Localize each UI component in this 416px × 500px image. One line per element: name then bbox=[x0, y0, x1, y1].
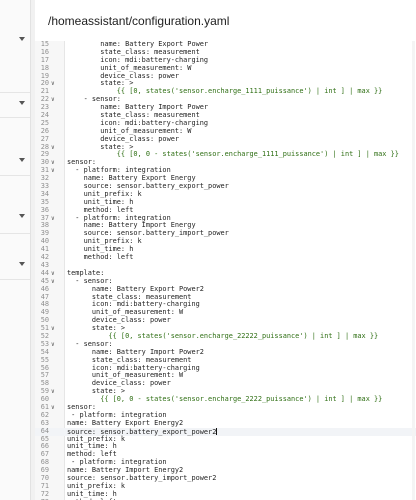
editor-scrollbar[interactable] bbox=[412, 41, 415, 500]
fold-chevron-icon[interactable]: ∨ bbox=[51, 270, 60, 278]
chevron-down-icon[interactable] bbox=[19, 37, 25, 41]
code-text: {{ [0, states('sensor.encharge_22222_pui… bbox=[67, 331, 379, 340]
fold-chevron-icon[interactable]: ∨ bbox=[51, 341, 60, 349]
code-line[interactable]: 63 name: Battery Export Energy2 bbox=[35, 418, 416, 428]
fold-chevron-icon[interactable]: ∨ bbox=[51, 96, 60, 104]
divider bbox=[0, 279, 30, 280]
file-header: /homeassistant/configuration.yaml bbox=[35, 0, 416, 42]
code-text: method: left bbox=[67, 253, 134, 262]
code-line[interactable]: 42 method: left bbox=[35, 253, 416, 262]
fold-chevron-icon[interactable]: ∨ bbox=[51, 144, 60, 152]
fold-chevron-icon[interactable]: ∨ bbox=[51, 167, 60, 175]
divider bbox=[0, 92, 30, 93]
divider bbox=[0, 175, 30, 176]
left-sidebar bbox=[0, 0, 31, 500]
code-content[interactable]: 15 name: Battery Export Power 16 state_cl… bbox=[35, 41, 416, 500]
fold-chevron-icon[interactable]: ∨ bbox=[51, 325, 60, 333]
chevron-down-icon[interactable] bbox=[19, 262, 25, 266]
divider bbox=[0, 233, 30, 234]
chevron-down-icon[interactable] bbox=[19, 101, 25, 105]
fold-chevron-icon[interactable]: ∨ bbox=[51, 278, 60, 286]
chevron-down-icon[interactable] bbox=[19, 158, 25, 162]
fold-chevron-icon[interactable]: ∨ bbox=[51, 215, 60, 223]
fold-chevron-icon[interactable]: ∨ bbox=[51, 80, 60, 88]
code-text: {{ [0, 0 - states('sensor.encharge_2222_… bbox=[67, 395, 383, 404]
divider bbox=[0, 117, 30, 118]
chevron-down-icon[interactable] bbox=[19, 214, 25, 218]
fold-chevron-icon[interactable]: ∨ bbox=[51, 404, 60, 412]
fold-chevron-icon[interactable]: ∨ bbox=[51, 159, 60, 167]
fold-chevron-icon[interactable]: ∨ bbox=[51, 388, 60, 396]
file-path: /homeassistant/configuration.yaml bbox=[48, 14, 230, 28]
text-cursor bbox=[216, 427, 218, 435]
code-text: {{ [0, 0 - states('sensor.encharge_1111_… bbox=[67, 150, 399, 159]
code-text: name: Battery Export Energy2 bbox=[67, 418, 184, 427]
code-editor[interactable]: 15 name: Battery Export Power 16 state_cl… bbox=[35, 41, 416, 500]
